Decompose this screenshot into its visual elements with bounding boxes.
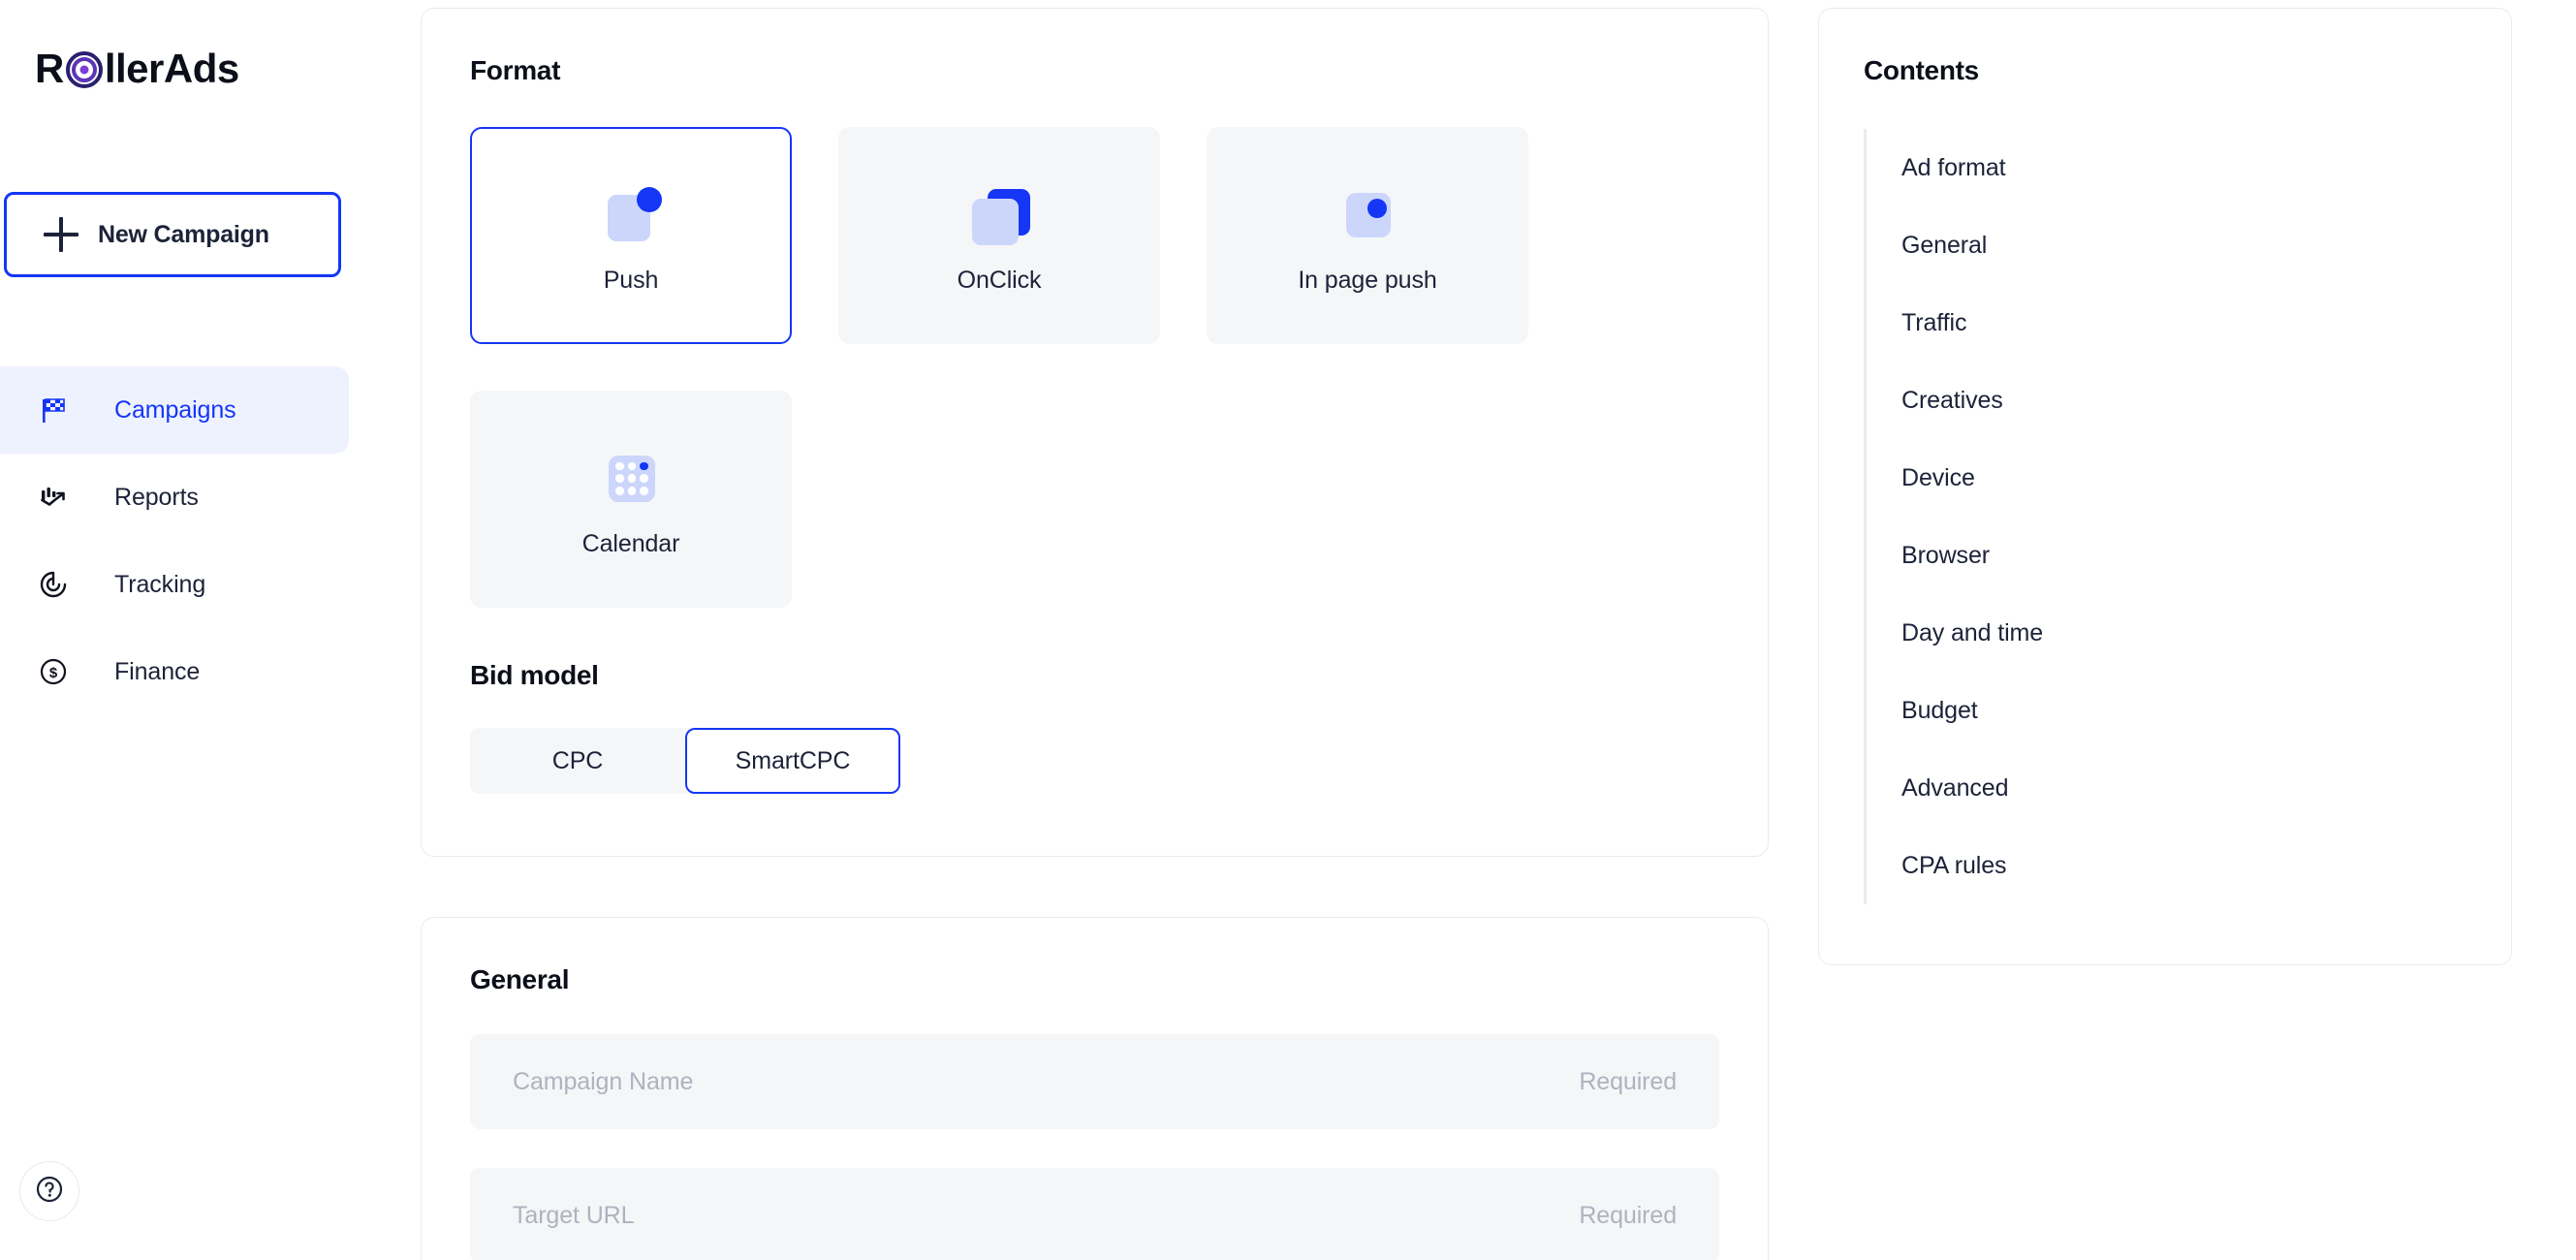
bid-option-label: CPC: [552, 747, 603, 775]
target-url-required-hint: Required: [1579, 1202, 1677, 1230]
svg-text:$: $: [49, 665, 58, 681]
contents-list: Ad format General Traffic Creatives Devi…: [1864, 129, 2466, 904]
sidebar-item-label: Tracking: [114, 571, 205, 599]
ad-format-card: Format Push OnClick: [421, 8, 1769, 857]
contents-item-label: Device: [1901, 464, 1975, 492]
format-card-label: OnClick: [958, 267, 1042, 295]
question-circle-icon: [34, 1174, 65, 1210]
sidebar-item-finance[interactable]: $ Finance: [0, 628, 349, 715]
contents-item-label: Budget: [1901, 697, 1978, 725]
format-card-in-page-push[interactable]: In page push: [1207, 127, 1528, 344]
brand-logo-text: R llerAds: [35, 48, 239, 89]
format-options-grid: Push OnClick In page push: [470, 127, 1536, 608]
format-card-calendar[interactable]: Calendar: [470, 391, 792, 608]
format-card-label: Calendar: [582, 530, 680, 558]
contents-item-label: Traffic: [1901, 309, 1966, 337]
onclick-windows-icon: [962, 177, 1036, 251]
bid-option-cpc[interactable]: CPC: [470, 728, 685, 794]
plus-icon: [44, 217, 79, 252]
brand-name-suffix: llerAds: [105, 48, 239, 89]
app-root: R llerAds New Campaign: [0, 0, 2576, 1260]
contents-column: Contents Ad format General Traffic Creat…: [1818, 0, 2512, 1260]
contents-item-creatives[interactable]: Creatives: [1867, 362, 2466, 439]
contents-item-label: Creatives: [1901, 387, 2003, 415]
new-campaign-button[interactable]: New Campaign: [4, 192, 341, 277]
brand-name-prefix: R: [35, 48, 64, 89]
sidebar-item-reports[interactable]: Reports: [0, 454, 349, 541]
format-card-onclick[interactable]: OnClick: [838, 127, 1160, 344]
campaign-name-required-hint: Required: [1579, 1068, 1677, 1096]
help-button[interactable]: [19, 1161, 79, 1221]
in-page-push-icon: [1331, 177, 1404, 251]
format-card-label: In page push: [1298, 267, 1436, 295]
contents-item-general[interactable]: General: [1867, 206, 2466, 284]
bar-chart-icon: [37, 481, 70, 514]
contents-item-label: Browser: [1901, 542, 1990, 570]
contents-item-label: General: [1901, 232, 1987, 260]
contents-item-device[interactable]: Device: [1867, 439, 2466, 517]
contents-item-label: Advanced: [1901, 774, 2008, 803]
target-url-placeholder: Target URL: [513, 1202, 634, 1230]
sidebar-nav: Campaigns Reports: [0, 366, 349, 715]
bid-option-smartcpc[interactable]: SmartCPC: [685, 728, 900, 794]
format-section-title: Format: [470, 55, 1719, 86]
format-card-push[interactable]: Push: [470, 127, 792, 344]
format-card-label: Push: [604, 267, 659, 295]
contents-item-label: Day and time: [1901, 619, 2043, 647]
bid-model-section-title: Bid model: [470, 660, 1719, 691]
new-campaign-label: New Campaign: [98, 221, 269, 249]
sidebar-item-tracking[interactable]: Tracking: [0, 541, 349, 628]
contents-item-advanced[interactable]: Advanced: [1867, 749, 2466, 827]
contents-title: Contents: [1864, 55, 2466, 86]
campaign-name-field[interactable]: Campaign Name Required: [470, 1034, 1719, 1129]
campaign-name-placeholder: Campaign Name: [513, 1068, 693, 1096]
dollar-circle-icon: $: [37, 655, 70, 688]
contents-item-label: CPA rules: [1901, 852, 2006, 880]
contents-item-traffic[interactable]: Traffic: [1867, 284, 2466, 362]
sidebar-item-label: Campaigns: [114, 396, 236, 425]
sidebar-item-label: Finance: [114, 658, 200, 686]
sidebar-item-label: Reports: [114, 484, 199, 512]
push-notification-icon: [594, 177, 668, 251]
main-content: Format Push OnClick: [421, 0, 1769, 1260]
calendar-grid-icon: [594, 441, 668, 515]
contents-item-browser[interactable]: Browser: [1867, 517, 2466, 594]
sidebar: R llerAds New Campaign: [0, 0, 421, 1260]
contents-item-cpa-rules[interactable]: CPA rules: [1867, 827, 2466, 904]
general-section-title: General: [470, 964, 1719, 995]
contents-item-budget[interactable]: Budget: [1867, 672, 2466, 749]
target-url-field[interactable]: Target URL Required: [470, 1168, 1719, 1260]
bid-option-label: SmartCPC: [736, 747, 851, 775]
checkered-flag-icon: [37, 394, 70, 426]
radar-target-icon: [37, 568, 70, 601]
contents-item-label: Ad format: [1901, 154, 2005, 182]
bid-model-toggle: CPC SmartCPC: [470, 728, 900, 794]
brand-logo[interactable]: R llerAds: [35, 47, 239, 91]
contents-panel: Contents Ad format General Traffic Creat…: [1818, 8, 2512, 965]
contents-item-ad-format[interactable]: Ad format: [1867, 129, 2466, 206]
bullseye-icon: [65, 50, 104, 89]
general-card: General Campaign Name Required Target UR…: [421, 917, 1769, 1260]
contents-item-day-and-time[interactable]: Day and time: [1867, 594, 2466, 672]
sidebar-item-campaigns[interactable]: Campaigns: [0, 366, 349, 454]
